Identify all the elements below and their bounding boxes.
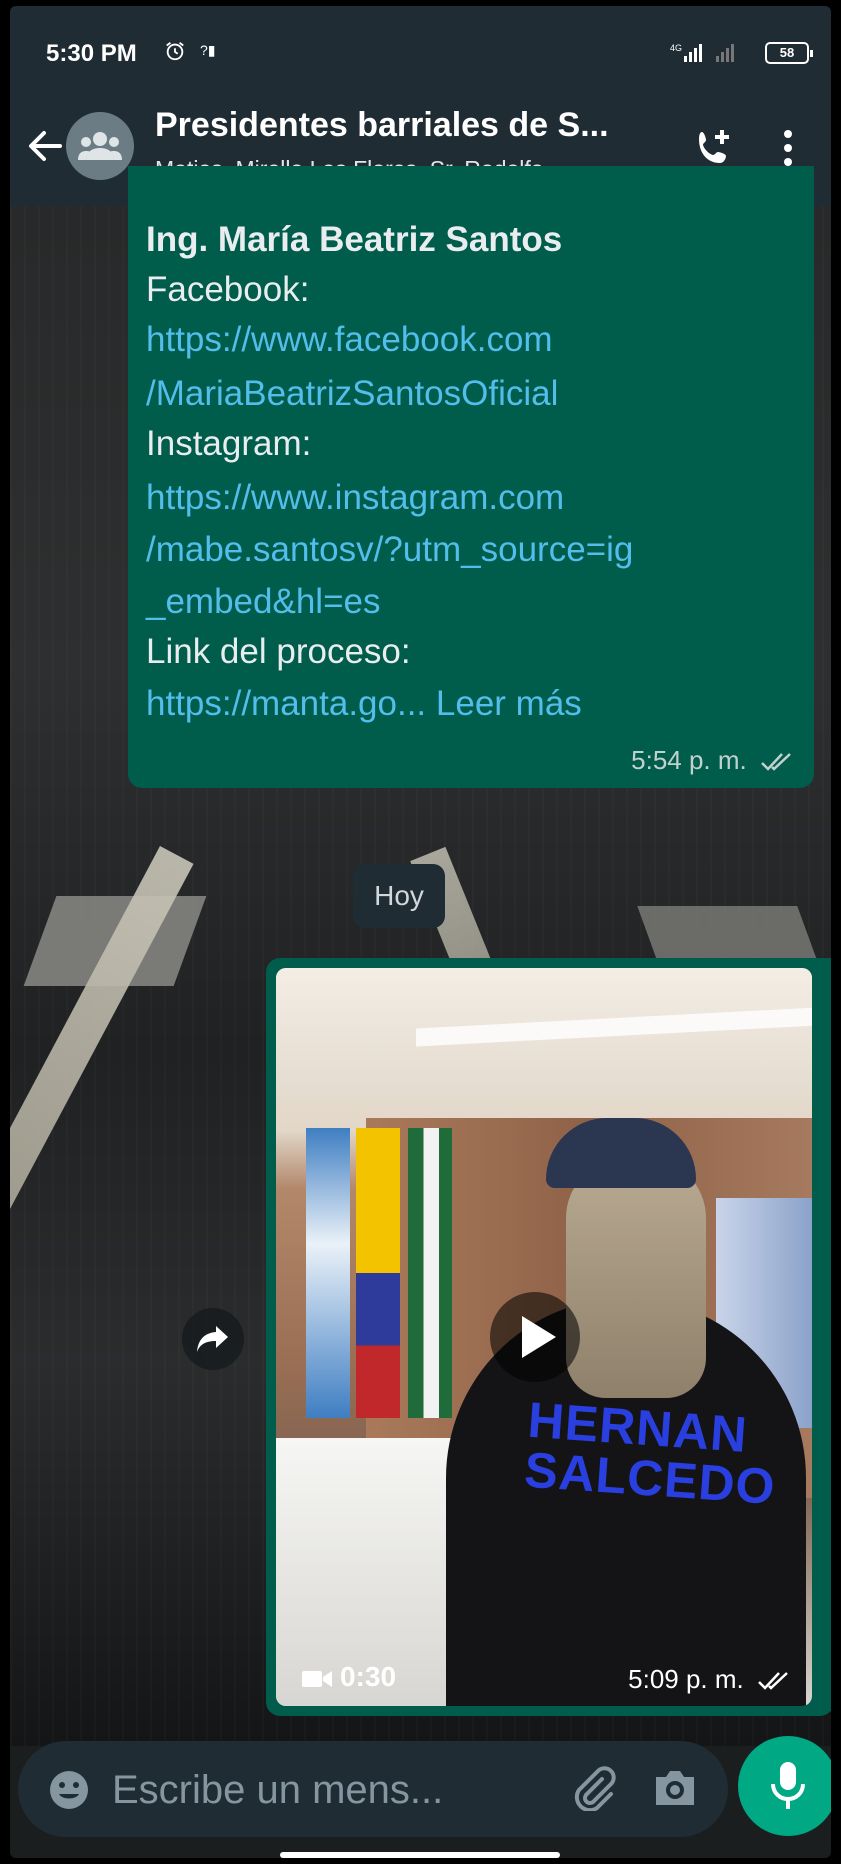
voice-message-button[interactable] bbox=[738, 1736, 831, 1836]
forward-button[interactable] bbox=[182, 1308, 244, 1370]
message-line: Link del proceso: bbox=[146, 632, 411, 671]
message-line: Ing. María Beatriz Santos bbox=[146, 220, 563, 259]
message-link[interactable]: https://www.facebook.com bbox=[146, 320, 553, 360]
video-scene bbox=[566, 1158, 706, 1398]
video-duration: 0:30 bbox=[302, 1661, 396, 1693]
camera-icon[interactable] bbox=[652, 1767, 698, 1809]
attach-icon[interactable] bbox=[570, 1765, 616, 1811]
alarm-icon bbox=[166, 42, 184, 61]
video-scene bbox=[306, 1128, 350, 1418]
message-line: Instagram: bbox=[146, 424, 312, 463]
home-indicator[interactable] bbox=[280, 1852, 560, 1858]
message-link[interactable]: /MariaBeatrizSantosOficial bbox=[146, 374, 558, 414]
message-bubble-text[interactable]: Ing. María Beatriz Santos Facebook: http… bbox=[128, 166, 814, 788]
ticks-icon bbox=[761, 753, 791, 771]
menu-icon[interactable] bbox=[778, 126, 798, 170]
call-add-icon[interactable] bbox=[692, 126, 736, 170]
message-meta: 5:54 p. m. bbox=[631, 745, 794, 776]
video-camera-icon bbox=[302, 1670, 332, 1687]
play-button[interactable] bbox=[490, 1292, 580, 1382]
ticks-icon bbox=[758, 1672, 788, 1690]
message-line: Facebook: bbox=[146, 270, 310, 309]
group-icon bbox=[78, 132, 122, 160]
signal-icon: 4G bbox=[670, 43, 734, 62]
no-sim-icon: ?▮ bbox=[200, 42, 216, 58]
date-divider: Hoy bbox=[353, 864, 445, 928]
chat-title[interactable]: Presidentes barriales de S... bbox=[155, 106, 609, 145]
message-link[interactable]: /mabe.santosv/?utm_source=ig bbox=[146, 530, 633, 570]
message-input[interactable] bbox=[110, 1755, 554, 1825]
network-type: 4G bbox=[670, 43, 682, 53]
mic-icon bbox=[771, 1762, 805, 1809]
status-time: 5:30 PM bbox=[46, 40, 137, 67]
group-avatar[interactable] bbox=[66, 112, 134, 180]
chat-screen: 5:30 PM ?▮ 4G 58 Presidentes barriales d… bbox=[10, 6, 831, 1858]
read-more-link[interactable]: Leer más bbox=[436, 684, 582, 723]
status-bar: 5:30 PM ?▮ 4G 58 bbox=[10, 6, 831, 86]
message-time: 5:54 p. m. bbox=[631, 745, 747, 775]
video-scene bbox=[408, 1128, 452, 1418]
message-link[interactable]: https://www.instagram.com bbox=[146, 478, 564, 518]
message-time: 5:09 p. m. bbox=[628, 1664, 744, 1694]
play-icon bbox=[522, 1316, 556, 1358]
video-message-meta: 5:09 p. m. bbox=[628, 1664, 791, 1695]
emoji-icon[interactable] bbox=[48, 1769, 90, 1811]
video-duration-text: 0:30 bbox=[340, 1661, 397, 1692]
message-link[interactable]: https://manta.go... bbox=[146, 684, 426, 723]
battery-icon: 58 bbox=[765, 42, 813, 64]
message-composer bbox=[18, 1741, 728, 1837]
message-link-truncated[interactable]: https://manta.go... Leer más bbox=[146, 684, 582, 724]
back-arrow-icon[interactable] bbox=[26, 128, 64, 164]
shirt-print: HERNAN SALCEDO bbox=[523, 1392, 778, 1515]
video-scene bbox=[356, 1128, 400, 1418]
message-link[interactable]: _embed&hl=es bbox=[146, 582, 380, 622]
forward-icon bbox=[197, 1326, 228, 1352]
